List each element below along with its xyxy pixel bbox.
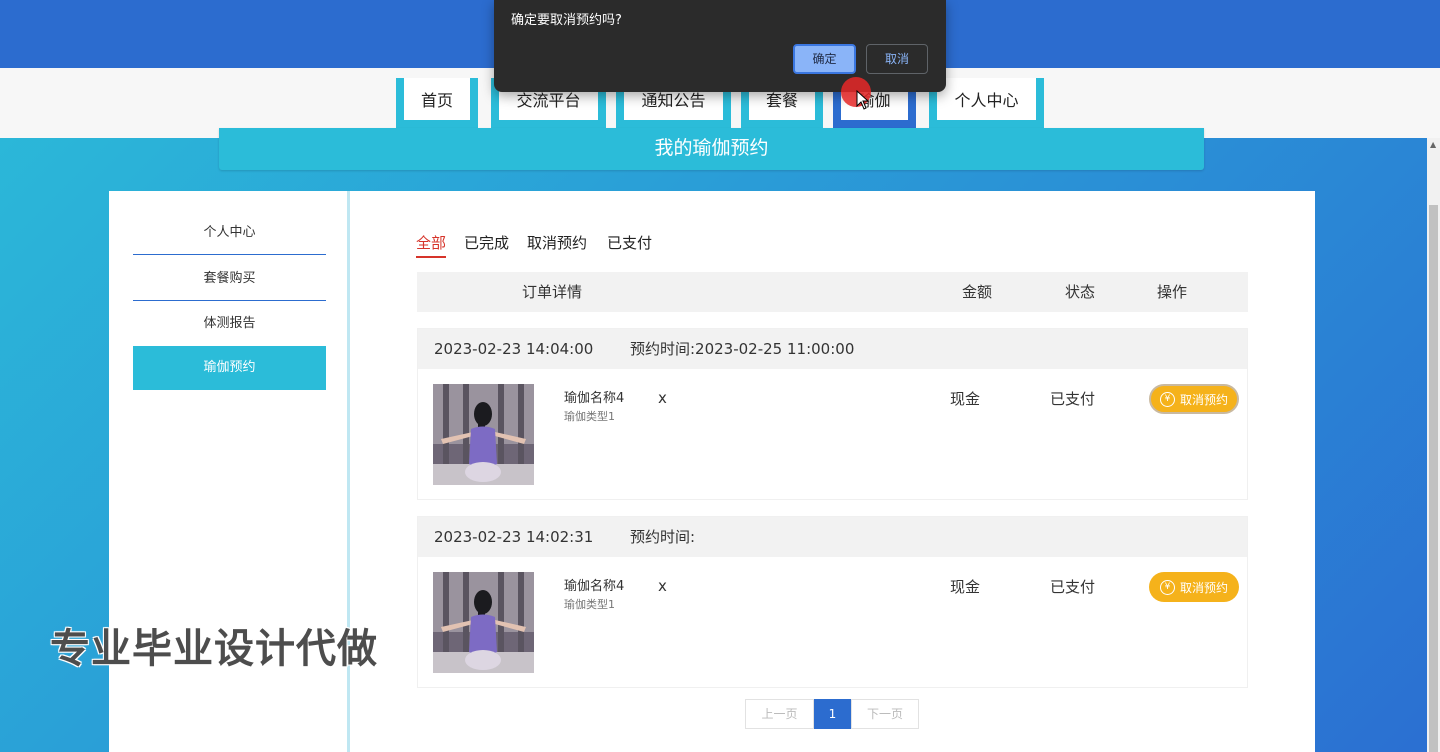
order-row: 2023-02-23 14:04:00 预约时间:2023-02-25 11:0… <box>417 328 1248 500</box>
table-header: 订单详情 金额 状态 操作 <box>417 272 1248 312</box>
order-booking-time: 预约时间:2023-02-25 11:00:00 <box>630 340 855 358</box>
order-header: 2023-02-23 14:04:00 预约时间:2023-02-25 11:0… <box>418 329 1247 369</box>
sidebar-item-yoga-booking[interactable]: 瑜伽预约 <box>133 346 326 390</box>
yoga-name: 瑜伽名称4 <box>564 579 625 594</box>
yoga-type: 瑜伽类型1 <box>564 598 615 611</box>
yoga-name: 瑜伽名称4 <box>564 391 625 406</box>
column-header-status: 状态 <box>1065 283 1096 301</box>
column-header-action: 操作 <box>1157 283 1188 301</box>
sidebar-item-package-purchase[interactable]: 套餐购买 <box>133 257 326 301</box>
cancel-booking-button[interactable]: ¥ 取消预约 <box>1149 572 1239 602</box>
sidebar-item-body-report[interactable]: 体测报告 <box>133 302 326 346</box>
order-created-time: 2023-02-23 14:02:31 <box>434 528 594 546</box>
confirm-dialog: 确定要取消预约吗? 确定 取消 <box>494 0 946 92</box>
yen-coin-icon: ¥ <box>1159 391 1175 407</box>
prev-page-button[interactable]: 上一页 <box>745 699 814 729</box>
nav-item-home[interactable]: 首页 <box>396 78 478 128</box>
cancel-booking-label: 取消预约 <box>1179 392 1228 407</box>
order-status: 已支付 <box>1050 390 1096 408</box>
column-header-detail: 订单详情 <box>522 283 583 301</box>
order-booking-time: 预约时间: <box>630 528 696 546</box>
scrollbar-thumb[interactable] <box>1429 205 1438 752</box>
nav-item-profile[interactable]: 个人中心 <box>929 78 1044 128</box>
scroll-up-arrow-icon[interactable]: ▲ <box>1430 140 1436 149</box>
order-status: 已支付 <box>1050 578 1096 596</box>
page-number-button[interactable]: 1 <box>814 699 851 729</box>
mouse-pointer-icon <box>856 90 870 110</box>
cancel-booking-button[interactable]: ¥ 取消预约 <box>1149 384 1239 414</box>
yen-coin-icon: ¥ <box>1159 579 1175 595</box>
order-created-time: 2023-02-23 14:04:00 <box>434 340 594 358</box>
page-title: 我的瑜伽预约 <box>219 128 1204 170</box>
yoga-type: 瑜伽类型1 <box>564 410 615 423</box>
tab-paid[interactable]: 已支付 <box>607 232 652 256</box>
sidebar-item-profile[interactable]: 个人中心 <box>133 211 326 255</box>
dialog-message: 确定要取消预约吗? <box>511 13 622 28</box>
order-amount: 现金 <box>950 578 981 596</box>
column-header-amount: 金额 <box>962 283 993 301</box>
quantity: x <box>658 577 667 595</box>
dialog-confirm-button[interactable]: 确定 <box>793 44 856 74</box>
quantity: x <box>658 389 667 407</box>
tab-all[interactable]: 全部 <box>416 232 447 258</box>
watermark-text: 专业毕业设计代做 <box>50 626 378 672</box>
order-row: 2023-02-23 14:02:31 预约时间: 瑜伽名称4 瑜伽类型1 x … <box>417 516 1248 688</box>
cancel-booking-label: 取消预约 <box>1179 580 1228 595</box>
yoga-thumbnail <box>433 384 534 485</box>
dialog-cancel-button[interactable]: 取消 <box>866 44 928 74</box>
yoga-thumbnail <box>433 572 534 673</box>
order-amount: 现金 <box>950 390 981 408</box>
tab-completed[interactable]: 已完成 <box>464 232 509 256</box>
tab-cancelled[interactable]: 取消预约 <box>527 232 587 256</box>
order-header: 2023-02-23 14:02:31 预约时间: <box>418 517 1247 557</box>
next-page-button[interactable]: 下一页 <box>851 699 919 729</box>
